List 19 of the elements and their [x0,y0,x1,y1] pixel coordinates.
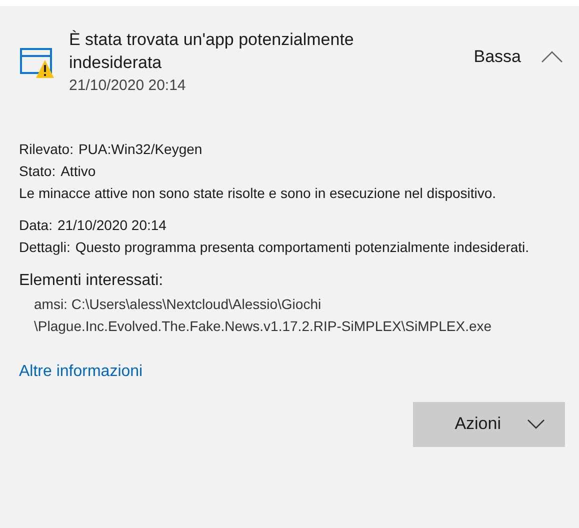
alert-title: È stata trovata un'app potenzialmente indesiderata [69,29,355,74]
field-value: Attivo [60,162,96,180]
more-info-link[interactable]: Altre informazioni [19,360,143,382]
field-label: Stato: [19,162,56,180]
field-label: Data: [19,216,52,234]
field-value: Questo programma presenta comportamenti potenzialmente indesiderati. [75,238,530,257]
window-warning-icon [20,48,54,80]
alert-date: 21/10/2020 20:14 [69,76,187,96]
file-path: amsi: C:\Users\aless\Nextcloud\Alessio\Giochi \Plague.Inc.Evolved.The.Fake.News.v1.17.2.RIP-SiMPLEX\SiMPLEX.exe [33,294,493,336]
caret-icon [527,419,545,429]
status-description: Le minacce attive non sono state risolte e sono in esecuzione nel dispositivo. [19,184,498,203]
field-label: Dettagli: [19,238,70,257]
field-value: 21/10/2020 20:14 [57,216,166,234]
field-label: Rilevato: [19,140,74,158]
severity-label: Bassa [474,46,521,68]
affected-items-heading: Elementi interessati: [19,270,164,290]
collapse-chevron-icon[interactable] [541,50,563,63]
actions-dropdown-button[interactable]: Azioni [413,402,565,446]
field-value: PUA:Win32/Keygen [78,140,202,159]
